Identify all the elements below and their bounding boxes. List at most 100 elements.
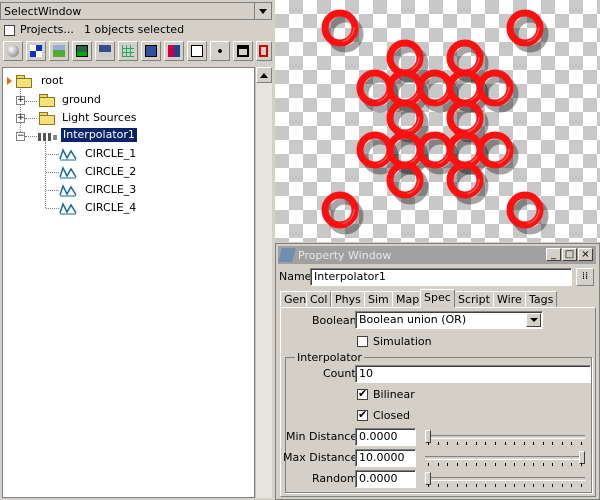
simulation-checkbox[interactable] (357, 336, 368, 347)
max-distance-slider[interactable] (425, 451, 585, 466)
curve-icon (59, 202, 77, 220)
tree-item-root[interactable]: root (7, 73, 87, 89)
landscape-icon[interactable] (49, 41, 69, 61)
tab-wire[interactable]: Wire (493, 291, 526, 307)
tree-connector (46, 154, 59, 155)
slider-tick (428, 442, 429, 445)
close-icon[interactable]: × (578, 248, 593, 261)
window-icon[interactable] (233, 41, 253, 61)
slider-tick (437, 463, 439, 466)
select-window-title: SelectWindow (4, 5, 82, 18)
slider-tick (485, 442, 487, 445)
tree-item-circle-3[interactable]: CIRCLE_3 (59, 182, 179, 198)
bilinear-checkbox[interactable] (357, 387, 368, 401)
graph-icon[interactable] (210, 41, 230, 61)
slider-tick (447, 463, 449, 466)
slider-thumb[interactable] (579, 451, 585, 464)
checker-icon[interactable] (26, 41, 46, 61)
tab-tags[interactable]: Tags (525, 291, 558, 307)
slider-tick (447, 442, 449, 445)
selection-status: 1 objects selected (84, 23, 185, 36)
scene-tree: root + ground + Light Sources − Interpol… (2, 67, 255, 498)
image-icon[interactable] (72, 41, 92, 61)
property-window-title: Property Window (298, 249, 392, 262)
slider-tick (533, 442, 535, 445)
toolbar (3, 40, 272, 64)
node-icon[interactable] (187, 41, 207, 61)
select-window-dropdown[interactable]: SelectWindow (0, 2, 272, 20)
tree-item-circle-1[interactable]: CIRCLE_1 (59, 146, 179, 162)
expand-plus-icon[interactable]: + (16, 114, 25, 123)
name-field[interactable]: Interpolator1 (310, 268, 572, 286)
tree-item-label: root (41, 74, 64, 87)
slider-tick (475, 442, 477, 445)
slider-tick (571, 442, 573, 445)
slider-tick (428, 463, 429, 466)
tab-sim[interactable]: Sim (364, 291, 393, 307)
spec-tab-panel: Boolean Boolean union (OR) Simulation In… (280, 307, 596, 497)
closed-checkbox[interactable] (357, 408, 368, 422)
boolean-label: Boolean (312, 314, 357, 327)
save-icon[interactable] (95, 41, 115, 61)
expand-arrow-icon[interactable] (7, 77, 12, 85)
interpolator-icon (38, 131, 58, 141)
min-distance-field[interactable]: 0.0000 (355, 428, 416, 446)
max-distance-field[interactable]: 10.0000 (355, 449, 416, 467)
maximize-icon[interactable]: □ (562, 248, 577, 261)
select-window: SelectWindow Projects... 1 objects selec… (0, 0, 274, 500)
property-window: Property Window _ □ × Name Interpolator1… (275, 243, 600, 500)
tree-item-light-sources[interactable]: + Light Sources (16, 110, 156, 126)
min-distance-slider[interactable] (425, 430, 585, 445)
slider-tick (581, 484, 582, 487)
slider-tick (466, 463, 468, 466)
tree-item-label: CIRCLE_1 (85, 147, 137, 160)
sphere-icon[interactable] (3, 41, 23, 61)
render-viewport[interactable] (275, 0, 600, 242)
bilinear-label: Bilinear (373, 388, 415, 401)
expand-plus-icon[interactable]: + (16, 96, 25, 105)
slider-track (425, 456, 585, 460)
pin-button[interactable]: ⁞⁞ (576, 268, 594, 286)
projects-checkbox[interactable] (4, 25, 15, 36)
tab-script[interactable]: Script (454, 291, 494, 307)
tree-item-label: CIRCLE_2 (85, 165, 137, 178)
tree-item-circle-2[interactable]: CIRCLE_2 (59, 164, 179, 180)
random-slider[interactable] (425, 472, 585, 487)
folder-icon (39, 94, 55, 107)
property-window-titlebar[interactable]: Property Window _ □ × (278, 246, 596, 264)
name-label: Name (279, 270, 312, 283)
folder-icon (39, 112, 55, 125)
slider-tick (514, 463, 516, 466)
slider-tick (475, 463, 477, 466)
slider-tick (533, 484, 535, 487)
tree-item-ground[interactable]: + ground (16, 92, 136, 108)
tab-spec[interactable]: Spec (420, 289, 455, 308)
frame-icon[interactable] (256, 41, 272, 61)
tab-map[interactable]: Map (392, 291, 424, 307)
render-icon[interactable] (141, 41, 161, 61)
scroll-up-arrow-icon[interactable] (256, 67, 272, 83)
chevron-down-icon[interactable] (254, 3, 271, 19)
slider-tick (485, 484, 487, 487)
tree-item-circle-4[interactable]: CIRCLE_4 (59, 200, 179, 216)
texture-icon[interactable] (164, 41, 184, 61)
count-label: Count (323, 367, 356, 380)
slider-tick (542, 442, 544, 445)
arrow-glyph (530, 318, 538, 322)
tree-item-interpolator1[interactable]: − Interpolator1 (16, 128, 156, 144)
grid-icon[interactable] (118, 41, 138, 61)
boolean-select[interactable]: Boolean union (OR) (355, 311, 543, 329)
tab-phys[interactable]: Phys (331, 291, 365, 307)
tab-col[interactable]: Col (306, 291, 332, 307)
tree-scrollbar[interactable] (255, 67, 272, 498)
slider-tick (581, 463, 582, 466)
chevron-down-icon[interactable] (526, 313, 541, 327)
minimize-icon[interactable]: _ (546, 248, 561, 261)
tree-item-label: Interpolator1 (61, 128, 137, 142)
count-field[interactable]: 10 (355, 365, 591, 383)
tree-connector (46, 208, 59, 209)
collapse-minus-icon[interactable]: − (16, 132, 25, 141)
slider-tick (466, 484, 468, 487)
random-field[interactable]: 0.0000 (355, 470, 416, 488)
tree-item-label: Light Sources (62, 111, 137, 124)
